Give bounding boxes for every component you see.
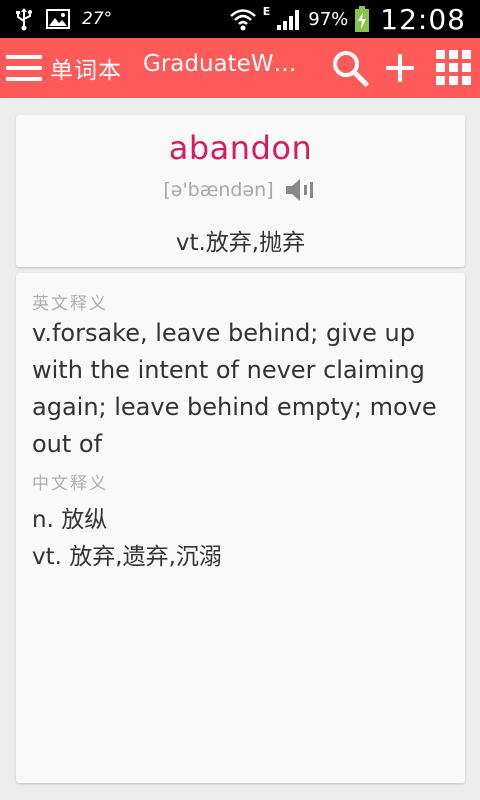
battery-percent: 97% (308, 8, 349, 30)
app-title: 单词本 (50, 58, 122, 84)
phonetic-row: [ə'bændən] (16, 177, 465, 203)
brief-meaning: vt.放弃,抛弃 (175, 230, 306, 256)
grid-icon[interactable] (434, 48, 474, 88)
status-right: E 97% 12:08 (229, 0, 466, 38)
network-type: E (262, 4, 271, 18)
battery-charging-icon (355, 6, 370, 32)
status-bar: 27° E 97% 12:08 (0, 0, 480, 38)
add-icon[interactable] (380, 48, 420, 88)
search-icon[interactable] (330, 48, 370, 88)
detail-card: 英文释义 v.forsake, leave behind; give up wi… (16, 273, 465, 783)
word-card: abandon [ə'bændən] vt.放弃,抛弃 (16, 115, 465, 267)
image-icon (46, 9, 70, 29)
english-definition: v.forsake, leave behind; give up with th… (32, 319, 437, 458)
clock: 12:08 (380, 2, 466, 36)
english-definition-label: 英文释义 (32, 294, 108, 314)
word-title: abandon (168, 129, 313, 167)
speaker-icon[interactable] (284, 177, 318, 203)
temperature: 27° (82, 9, 113, 29)
usb-icon (16, 8, 32, 31)
wordbook-name[interactable]: GraduateW… (143, 51, 303, 77)
signal-icon (277, 10, 300, 30)
phonetic: [ə'bændən] (163, 179, 274, 201)
wifi-icon (229, 9, 256, 31)
chinese-definition-item: vt. 放弃,遗弃,沉溺 (32, 544, 222, 570)
status-left: 27° (14, 0, 112, 38)
chinese-definition-label: 中文释义 (32, 474, 108, 494)
menu-icon[interactable] (6, 55, 42, 81)
chinese-definition-item: n. 放纵 (32, 507, 108, 533)
app-bar: 单词本 GraduateW… (0, 38, 480, 98)
